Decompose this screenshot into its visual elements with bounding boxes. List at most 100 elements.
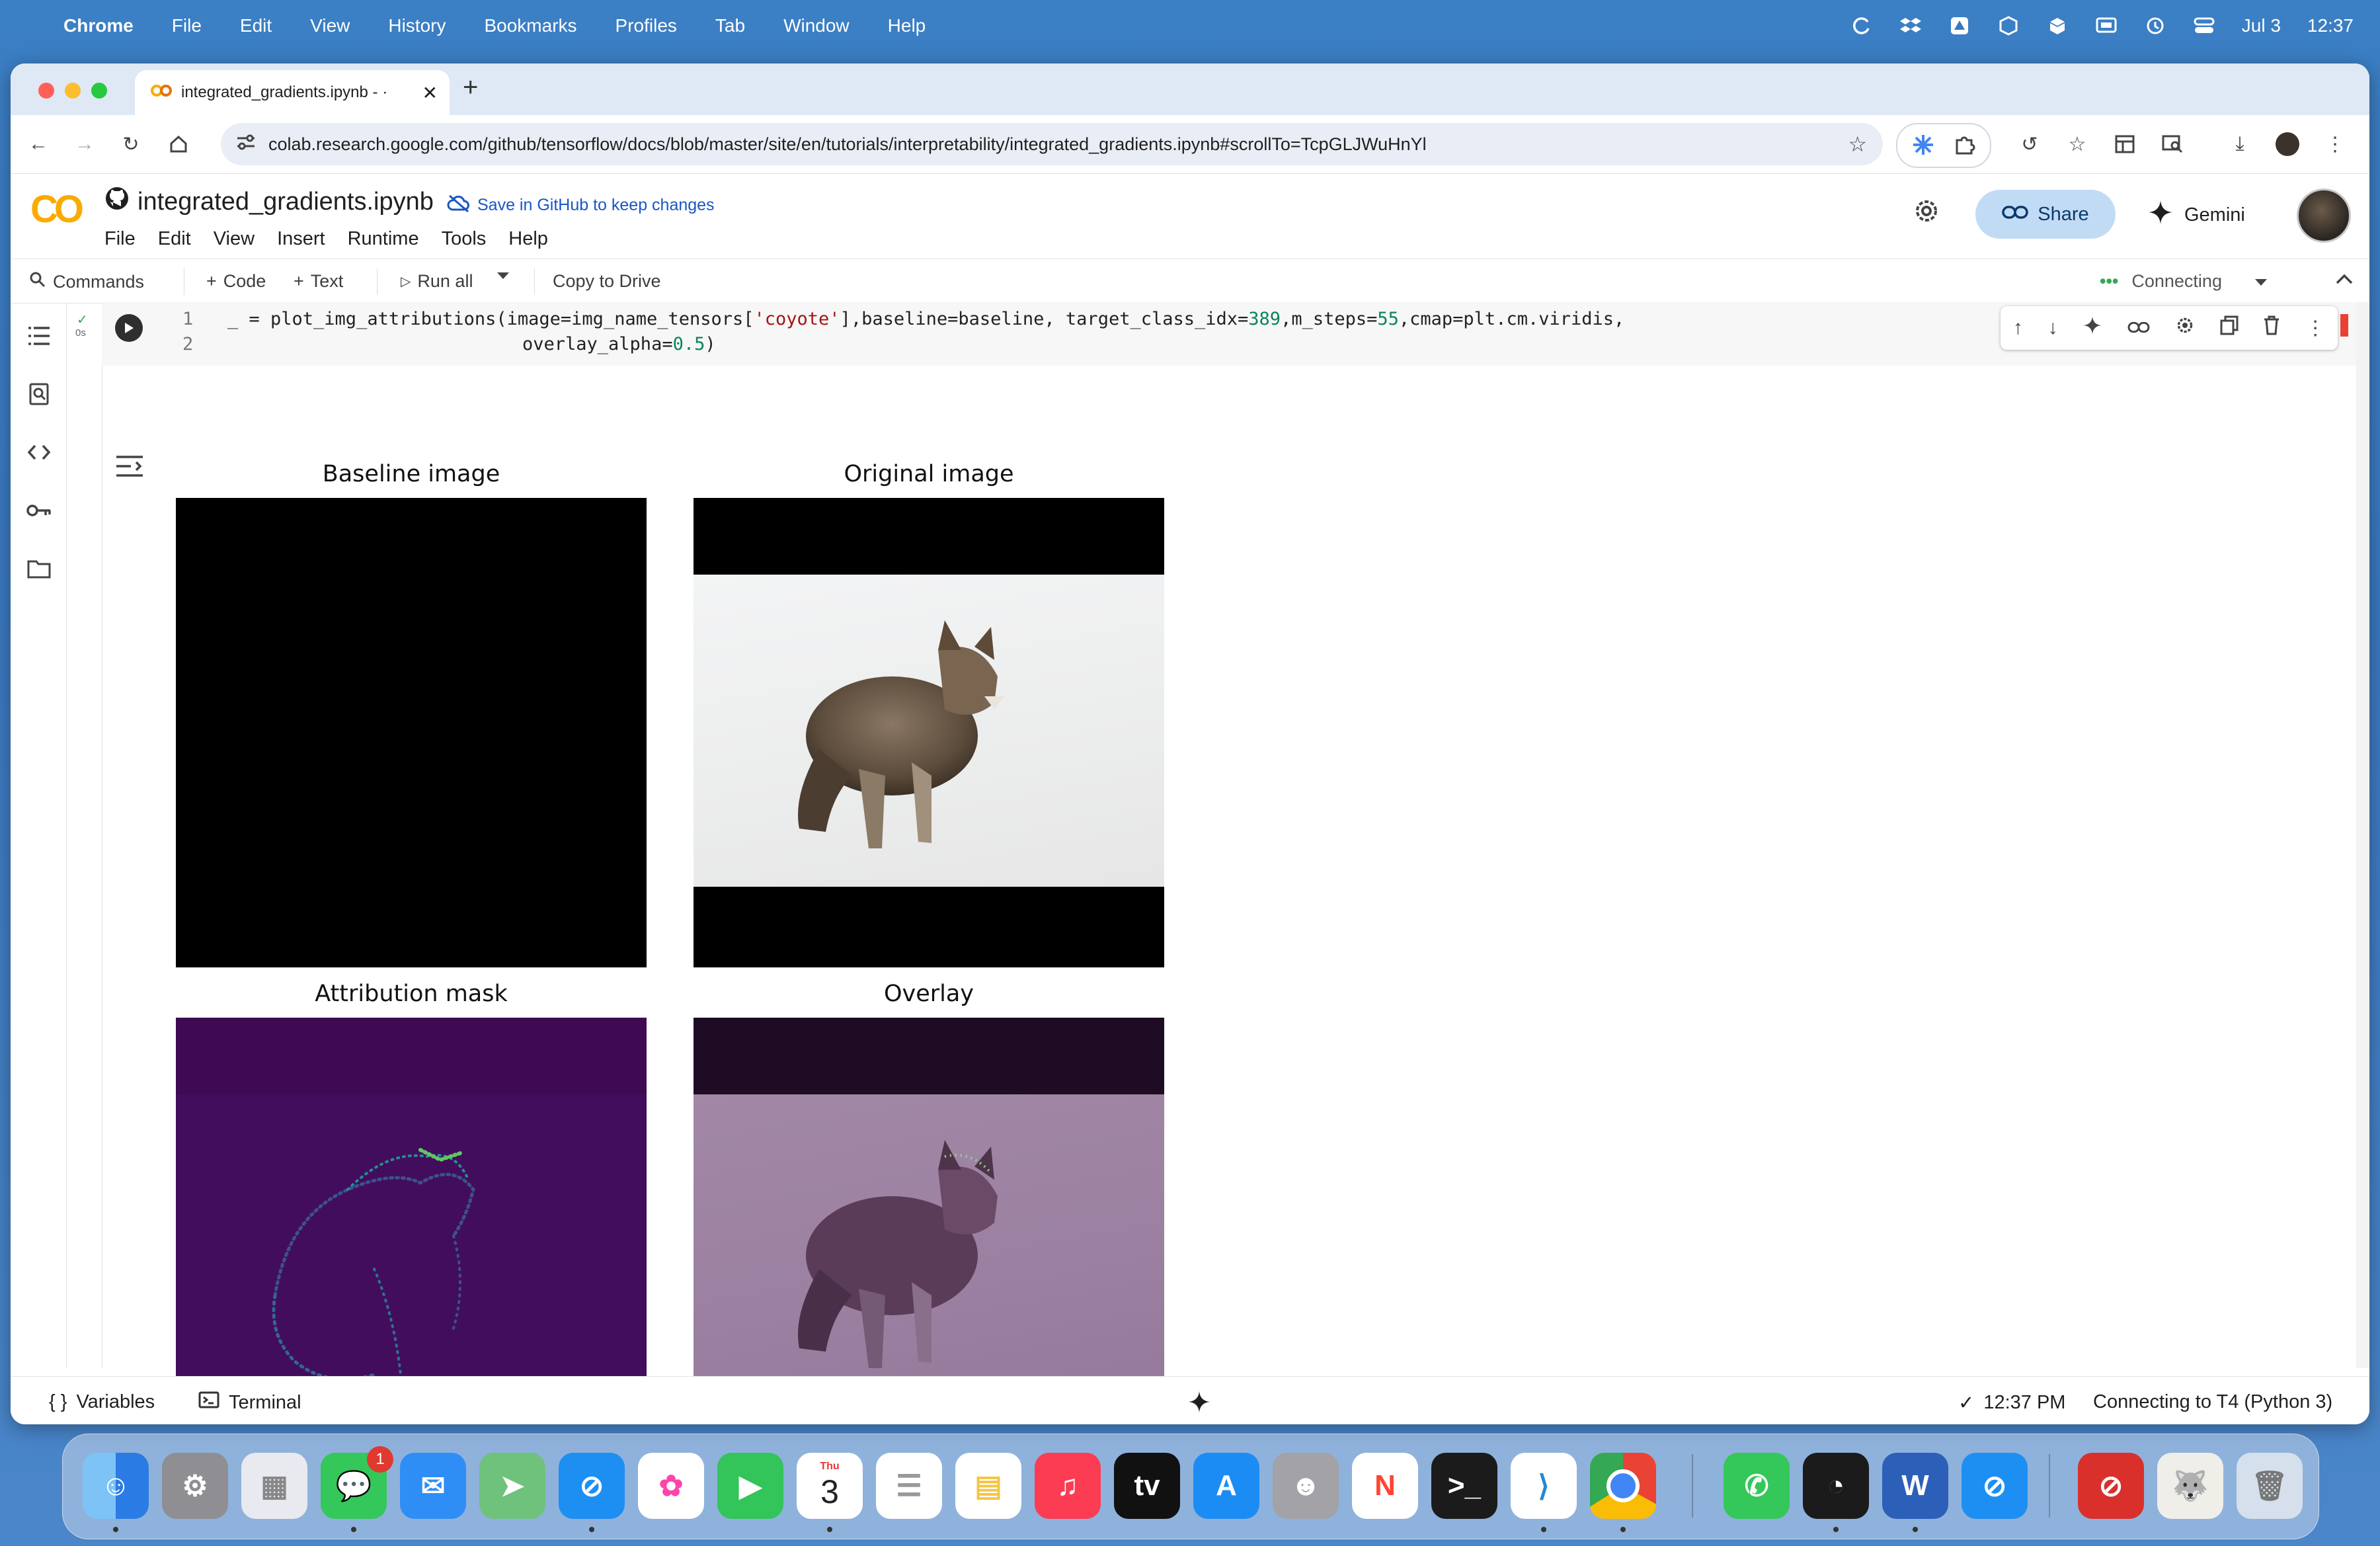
copy-to-drive-button[interactable]: Copy to Drive [553, 271, 661, 292]
colab-menu-edit[interactable]: Edit [158, 228, 191, 250]
chrome-menu-icon[interactable]: ⋮ [2322, 131, 2348, 157]
cube-icon[interactable] [2046, 15, 2069, 37]
close-window-button[interactable] [38, 83, 54, 99]
table-of-contents-icon[interactable] [25, 322, 53, 350]
move-cell-up-icon[interactable]: ↑ [2013, 317, 2023, 339]
vscode-icon[interactable]: ⟩ [1511, 1453, 1577, 1532]
screen-mirror-icon[interactable] [2095, 15, 2118, 37]
runtime-status[interactable]: Connecting to T4 (Python 3) [2093, 1391, 2332, 1413]
calendar-icon[interactable]: Thu 3 [797, 1453, 863, 1532]
history-icon[interactable]: ↺ [2016, 131, 2043, 157]
url-text[interactable]: colab.research.google.com/github/tensorf… [268, 134, 1848, 155]
safari-icon[interactable]: ⊘ [559, 1453, 625, 1532]
reminders-icon[interactable]: ☰ [876, 1453, 942, 1519]
photos-icon[interactable]: ✿ [638, 1453, 704, 1519]
variables-button[interactable]: { } Variables [49, 1391, 155, 1413]
add-code-button[interactable]: + Code [206, 271, 266, 292]
app-store-icon[interactable]: A [1193, 1453, 1259, 1519]
facetime-icon[interactable]: ▶ [717, 1453, 783, 1519]
run-all-button[interactable]: ▷ Run all [401, 271, 473, 292]
finder-icon[interactable]: ☺ [83, 1453, 149, 1532]
cell-settings-gear-icon[interactable] [2175, 315, 2195, 341]
profile-avatar-icon[interactable] [2274, 131, 2301, 157]
code-snippets-icon[interactable] [25, 438, 53, 466]
contacts-icon[interactable]: ☻ [1273, 1453, 1339, 1519]
forward-icon[interactable]: → [71, 131, 98, 157]
safari-window-icon[interactable]: ⊘ [1962, 1453, 2028, 1519]
colab-menu-view[interactable]: View [214, 228, 255, 250]
runtime-dropdown-chevron-icon[interactable] [2254, 271, 2268, 292]
activity-gauge-icon[interactable]: ◔ [1803, 1453, 1869, 1532]
more-actions-icon[interactable]: ⋮ [2305, 317, 2325, 340]
last-run-status[interactable]: ✓ 12:37 PM [1958, 1391, 2065, 1414]
menubar-app-name[interactable]: Chrome [63, 15, 134, 36]
collapse-header-chevron-icon[interactable] [2335, 272, 2354, 286]
gemini-button[interactable]: Gemini [2147, 199, 2245, 231]
reload-icon[interactable]: ↻ [118, 131, 144, 157]
output-actions-icon[interactable] [115, 454, 144, 481]
zoom-window-button[interactable] [91, 83, 107, 99]
run-cell-button[interactable] [115, 314, 143, 342]
tab-search-icon[interactable] [2159, 131, 2186, 157]
apple-tv-icon[interactable]: tv [1114, 1453, 1180, 1519]
menubar-item-bookmarks[interactable]: Bookmarks [484, 15, 576, 36]
drive-icon[interactable] [1948, 15, 1971, 37]
bookmark-star-icon[interactable]: ☆ [1848, 132, 1867, 157]
recent-image-stack-icon[interactable]: 🐺 [2157, 1453, 2223, 1519]
chrome-icon[interactable] [1590, 1453, 1656, 1532]
refresh-status-icon[interactable] [1850, 15, 1873, 37]
find-replace-icon[interactable] [25, 380, 53, 408]
add-text-button[interactable]: + Text [294, 271, 343, 292]
extensions-puzzle-icon[interactable] [1953, 134, 1975, 159]
secrets-key-icon[interactable] [25, 497, 53, 524]
menubar-item-window[interactable]: Window [783, 15, 850, 36]
control-center-icon[interactable] [2193, 15, 2215, 37]
system-settings-icon[interactable]: ⚙ [162, 1453, 228, 1519]
home-icon[interactable] [165, 131, 192, 157]
user-avatar[interactable] [2297, 188, 2351, 243]
colab-logo[interactable]: CO [30, 187, 84, 231]
runtime-connect-button[interactable]: ••• Connecting [2100, 271, 2268, 292]
menubar-item-tab[interactable]: Tab [715, 15, 745, 36]
maps-icon[interactable]: ➤ [479, 1453, 545, 1519]
gemini-status-sparkle-icon[interactable] [1187, 1390, 1211, 1414]
colab-menu-runtime[interactable]: Runtime [348, 228, 419, 250]
time-machine-icon[interactable] [2144, 15, 2166, 37]
music-icon[interactable]: ♫ [1035, 1453, 1101, 1519]
settings-gear-icon[interactable] [1912, 196, 1941, 229]
site-settings-icon[interactable] [235, 133, 262, 156]
cell-link-icon[interactable] [2127, 317, 2150, 339]
gemini-cell-sparkle-icon[interactable] [2082, 315, 2102, 341]
share-button[interactable]: Share [1975, 190, 2116, 239]
tab-notebook[interactable]: integrated_gradients.ipynb - · ✕ [135, 70, 450, 115]
notes-icon[interactable]: ▤ [955, 1453, 1021, 1519]
colab-menu-insert[interactable]: Insert [277, 228, 325, 250]
save-in-github-link[interactable]: Save in GitHub to keep changes [447, 194, 715, 217]
menubar-item-file[interactable]: File [172, 15, 202, 36]
launchpad-icon[interactable]: ▦ [241, 1453, 307, 1519]
menubar-item-history[interactable]: History [388, 15, 446, 36]
menubar-item-profiles[interactable]: Profiles [615, 15, 677, 36]
mail-icon[interactable]: ✉ [400, 1453, 466, 1519]
trash-icon[interactable]: 🗑 [2237, 1453, 2303, 1519]
menubar-item-help[interactable]: Help [888, 15, 926, 36]
colab-menu-tools[interactable]: Tools [442, 228, 487, 250]
download-icon[interactable]: ⤓ [2227, 131, 2253, 157]
package-icon[interactable] [1997, 15, 2020, 37]
move-cell-down-icon[interactable]: ↓ [2048, 317, 2058, 339]
close-tab-icon[interactable]: ✕ [422, 82, 438, 104]
menubar-date[interactable]: Jul 3 [2242, 15, 2281, 36]
run-all-dropdown-chevron-icon[interactable] [496, 271, 510, 280]
colab-menu-file[interactable]: File [104, 228, 136, 250]
menubar-item-view[interactable]: View [310, 15, 350, 36]
notebook-scrollbar[interactable] [2356, 302, 2369, 1368]
colab-menu-help[interactable]: Help [508, 228, 548, 250]
back-icon[interactable]: ← [25, 131, 52, 157]
menubar-item-edit[interactable]: Edit [240, 15, 272, 36]
word-icon[interactable]: W [1882, 1453, 1948, 1532]
extension-sparkle-icon[interactable] [1912, 134, 1934, 159]
terminal-app-icon[interactable]: >_ [1431, 1453, 1497, 1519]
news-icon[interactable]: N [1352, 1453, 1418, 1519]
notebook-title[interactable]: integrated_gradients.ipynb [138, 188, 434, 216]
terminal-button[interactable]: Terminal [198, 1391, 301, 1414]
